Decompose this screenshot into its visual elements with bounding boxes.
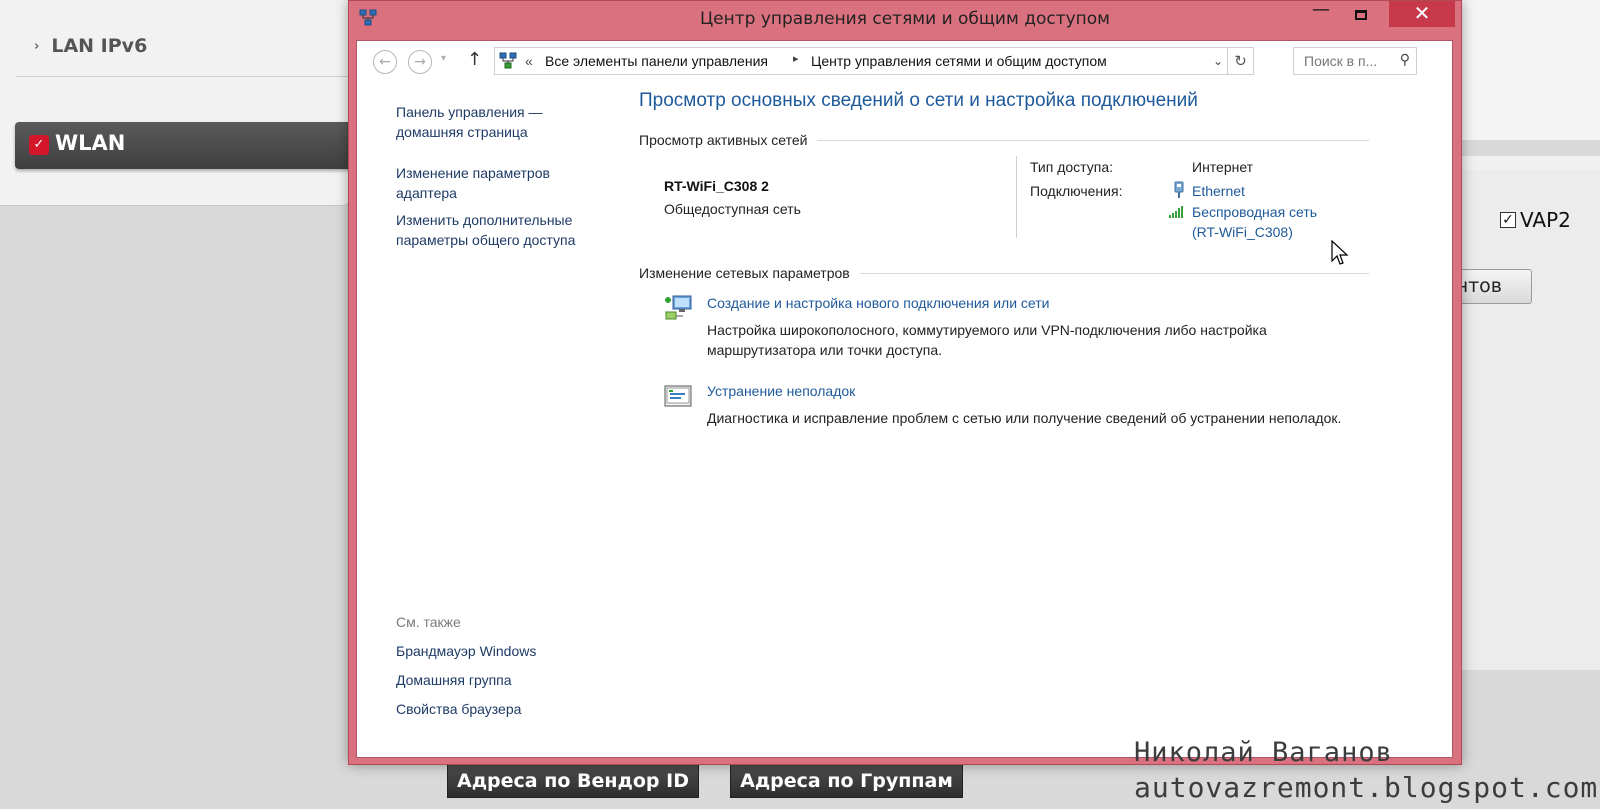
- connection-wireless-line1: Беспроводная сеть: [1192, 204, 1318, 220]
- active-networks-header-label: Просмотр активных сетей: [639, 132, 808, 148]
- maximize-icon: [1355, 10, 1367, 20]
- page-title: Просмотр основных сведений о сети и наст…: [639, 90, 1198, 111]
- change-settings-header-label: Изменение сетевых параметров: [639, 265, 850, 281]
- task-new-connection-desc: Настройка широкополосного, коммутируемог…: [707, 322, 1267, 358]
- link-windows-firewall[interactable]: Брандмауэр Windows: [396, 641, 536, 661]
- network-sharing-center-window: Центр управления сетями и общим доступом…: [348, 0, 1462, 765]
- minimize-button[interactable]: —: [1307, 0, 1335, 23]
- task-new-connection-link[interactable]: Создание и настройка нового подключения …: [707, 295, 1049, 311]
- router-menu-panel: › LAN IPv6 ✓ WLAN: [0, 0, 350, 206]
- navigation-bar: ← → ▾ ↑ « Все элементы панели управления…: [357, 41, 1452, 83]
- network-category[interactable]: Общедоступная сеть: [664, 201, 801, 217]
- breadcrumb-separator[interactable]: ▸: [793, 52, 799, 65]
- search-placeholder: Поиск в п...: [1304, 53, 1378, 69]
- mouse-pointer-icon: [1331, 240, 1349, 265]
- connection-ethernet-link[interactable]: Ethernet: [1192, 181, 1245, 201]
- vap2-label: VAP2: [1520, 208, 1571, 232]
- watermark-site: autovazremont.blogspot.com: [1134, 771, 1599, 804]
- task-troubleshoot-desc: Диагностика и исправление проблем с сеть…: [707, 410, 1342, 426]
- control-panel-network-icon: [499, 52, 517, 69]
- router-panel-top-right: [1462, 0, 1600, 140]
- watermark-author: Николай Ваганов: [1134, 737, 1393, 768]
- task-troubleshoot-link[interactable]: Устранение неполадок: [707, 383, 855, 399]
- router-panel-band: [1440, 156, 1600, 170]
- wireless-signal-icon: [1169, 206, 1183, 218]
- up-button[interactable]: ↑: [467, 49, 482, 70]
- menu-item-wlan-label: WLAN: [55, 131, 126, 155]
- address-dropdown[interactable]: ⌄: [1213, 54, 1223, 68]
- network-divider: [1016, 156, 1017, 238]
- section-divider: [817, 139, 1369, 141]
- breadcrumb-overflow[interactable]: «: [525, 53, 533, 69]
- group-addresses-button[interactable]: Адреса по Группам: [730, 762, 963, 798]
- breadcrumb-network-sharing-center[interactable]: Центр управления сетями и общим доступом: [811, 53, 1107, 69]
- address-bar[interactable]: « Все элементы панели управления ▸ Центр…: [494, 47, 1254, 75]
- vap2-checkbox[interactable]: ✓ VAP2: [1500, 208, 1571, 232]
- menu-item-lan-ipv6-label: LAN IPv6: [51, 35, 148, 57]
- menu-item-wlan[interactable]: ✓ WLAN: [15, 122, 350, 169]
- connection-wireless-line2: (RT-WiFi_C308): [1192, 224, 1293, 240]
- link-internet-options[interactable]: Свойства браузера: [396, 699, 521, 719]
- search-input[interactable]: Поиск в п... ⚲: [1293, 47, 1417, 75]
- search-icon[interactable]: ⚲: [1400, 52, 1410, 68]
- active-networks-header: Просмотр активных сетей: [639, 132, 1369, 148]
- checkbox-checked-icon[interactable]: ✓: [1500, 212, 1516, 228]
- network-name: RT-WiFi_C308 2: [664, 178, 769, 194]
- refresh-button[interactable]: ↻: [1227, 48, 1253, 74]
- menu-divider: [16, 76, 350, 77]
- link-homegroup[interactable]: Домашняя группа: [396, 670, 512, 690]
- chevron-down-icon: ✓: [29, 135, 49, 155]
- maximize-button[interactable]: [1347, 5, 1375, 29]
- forward-button[interactable]: →: [408, 50, 432, 74]
- link-change-adapter-settings[interactable]: Изменение параметров адаптера: [396, 163, 576, 203]
- chevron-right-icon: ›: [34, 39, 40, 54]
- back-button[interactable]: ←: [373, 50, 397, 74]
- menu-item-lan-ipv6[interactable]: › LAN IPv6: [34, 35, 147, 57]
- router-panel-right: [1440, 170, 1600, 670]
- breadcrumb-all-control-panel-items[interactable]: Все элементы панели управления: [545, 53, 768, 69]
- change-settings-header: Изменение сетевых параметров: [639, 265, 1369, 281]
- access-type-label: Тип доступа:: [1030, 159, 1114, 175]
- see-also-label: См. также: [396, 614, 461, 630]
- troubleshoot-icon: [664, 385, 692, 407]
- vendor-id-addresses-button[interactable]: Адреса по Вендор ID: [447, 762, 699, 798]
- link-advanced-sharing-settings[interactable]: Изменить дополнительные параметры общего…: [396, 210, 606, 250]
- new-connection-icon: [665, 295, 692, 320]
- window-titlebar[interactable]: Центр управления сетями и общим доступом…: [349, 0, 1461, 37]
- connection-wireless-link[interactable]: Беспроводная сеть (RT-WiFi_C308): [1192, 202, 1317, 242]
- connections-label: Подключения:: [1030, 183, 1123, 199]
- close-button[interactable]: ✕: [1389, 1, 1455, 27]
- access-type-value: Интернет: [1192, 159, 1254, 175]
- recent-locations-dropdown[interactable]: ▾: [441, 53, 446, 64]
- section-divider: [859, 272, 1369, 274]
- window-title: Центр управления сетями и общим доступом: [699, 9, 1111, 29]
- link-control-panel-home[interactable]: Панель управления — домашняя страница: [396, 102, 576, 142]
- ethernet-icon: [1174, 181, 1184, 198]
- window-client-area: ← → ▾ ↑ « Все элементы панели управления…: [356, 40, 1453, 758]
